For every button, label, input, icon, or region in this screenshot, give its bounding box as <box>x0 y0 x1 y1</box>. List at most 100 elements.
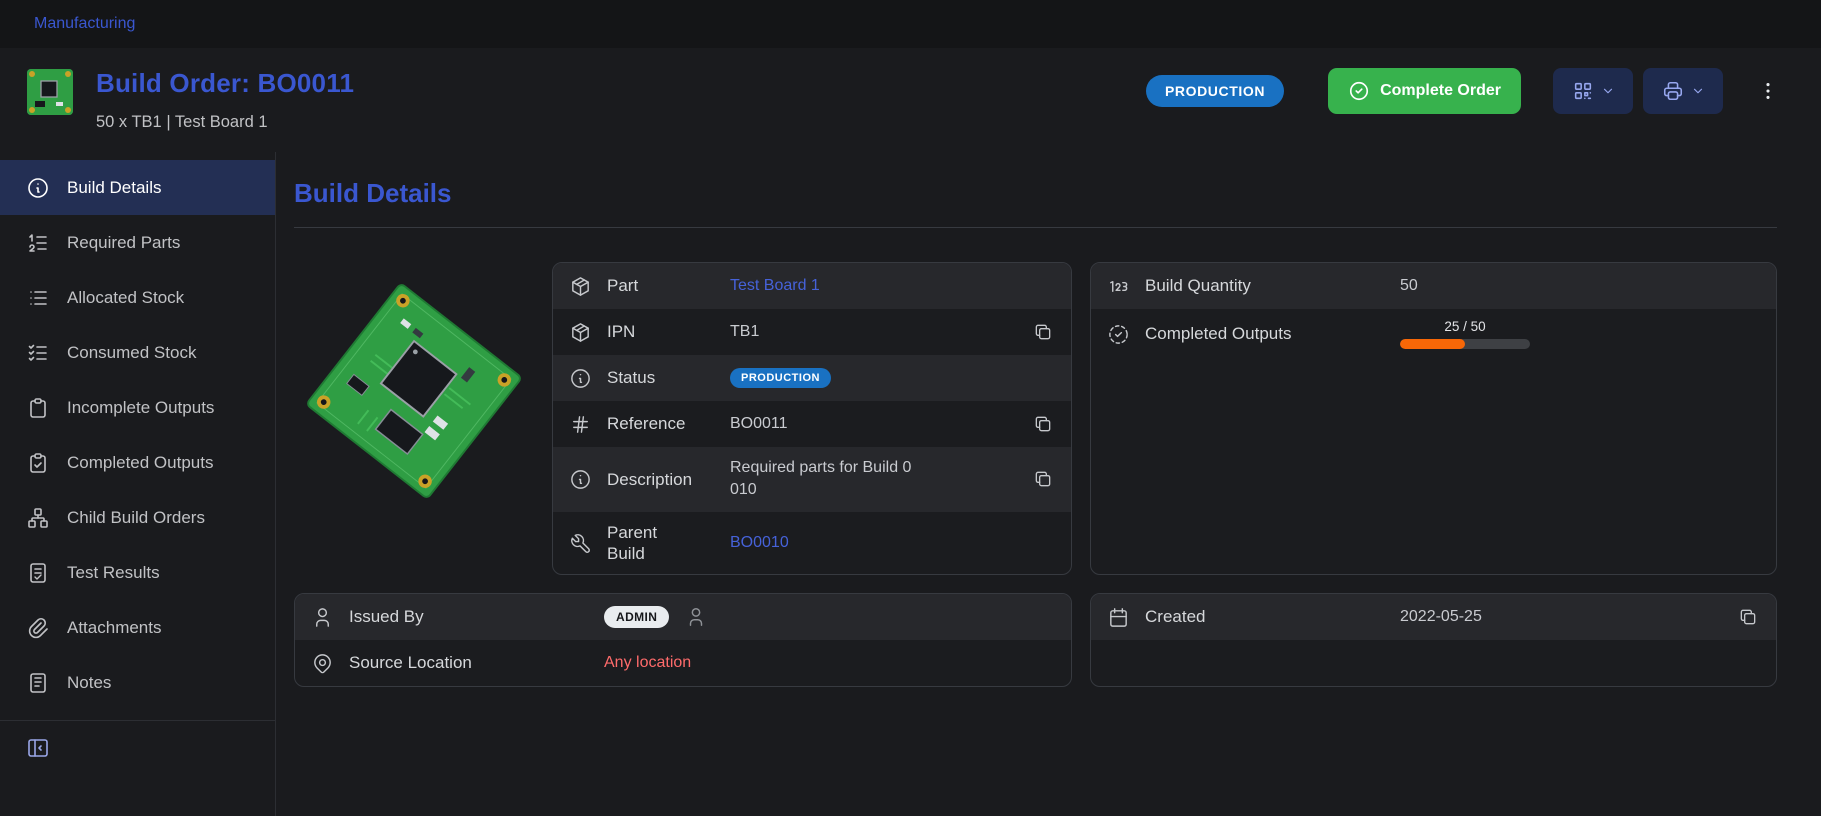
info-circle-icon <box>569 367 592 390</box>
copy-button[interactable] <box>1738 607 1760 627</box>
page-title: Build Order: BO0011 <box>96 68 354 99</box>
main-content: Build Details <box>276 152 1821 816</box>
user-avatar-icon <box>685 606 707 628</box>
paperclip-icon <box>26 616 50 640</box>
issued-by-badge: ADMIN <box>604 606 669 628</box>
sidebar-item-consumed-stock[interactable]: Consumed Stock <box>0 325 275 380</box>
sidebar-item-build-details[interactable]: Build Details <box>0 160 275 215</box>
part-link[interactable]: Test Board 1 <box>730 277 820 295</box>
created-value: 2022-05-25 <box>1400 608 1723 626</box>
sidebar-collapse-icon <box>26 736 50 760</box>
sidebar-item-completed-outputs[interactable]: Completed Outputs <box>0 435 275 490</box>
tool-icon <box>569 532 592 555</box>
sidebar-item-label: Notes <box>67 673 111 693</box>
user-icon <box>311 606 334 629</box>
sidebar-item-label: Required Parts <box>67 233 180 253</box>
field-label-completed-outputs: Completed Outputs <box>1145 324 1385 344</box>
notes-icon <box>26 671 50 695</box>
breadcrumb: Manufacturing <box>0 0 1821 48</box>
copy-button[interactable] <box>1033 469 1055 489</box>
circle-check-icon <box>1348 80 1370 102</box>
part-thumbnail-image[interactable] <box>26 68 74 116</box>
list-check-icon <box>26 341 50 365</box>
progress-label: 25 / 50 <box>1444 319 1485 334</box>
copy-icon <box>1738 607 1760 627</box>
ipn-value: TB1 <box>730 323 1018 341</box>
print-actions-button[interactable] <box>1643 68 1723 114</box>
qr-code-icon <box>1572 80 1594 102</box>
copy-button[interactable] <box>1033 414 1055 434</box>
detail-row-source-location: Source Location Any location <box>295 640 1071 686</box>
hash-icon <box>569 413 592 436</box>
field-label-created: Created <box>1145 607 1385 627</box>
calendar-icon <box>1107 606 1130 629</box>
info-circle-icon <box>569 468 592 491</box>
barcode-actions-button[interactable] <box>1553 68 1633 114</box>
sidebar-item-label: Child Build Orders <box>67 508 205 528</box>
build-quantity-value: 50 <box>1400 277 1760 295</box>
completed-outputs-progress: 25 / 50 <box>1400 319 1530 349</box>
printer-icon <box>1662 80 1684 102</box>
sidebar-item-child-build-orders[interactable]: Child Build Orders <box>0 490 275 545</box>
field-label-build-quantity: Build Quantity <box>1145 276 1385 296</box>
copy-icon <box>1033 414 1055 434</box>
detail-row-status: Status PRODUCTION <box>553 355 1071 401</box>
sidebar-item-test-results[interactable]: Test Results <box>0 545 275 600</box>
sidebar-item-label: Attachments <box>67 618 162 638</box>
copy-icon <box>1033 469 1055 489</box>
field-label-issued-by: Issued By <box>349 607 589 627</box>
detail-row-reference: Reference BO0011 <box>553 401 1071 447</box>
sitemap-icon <box>26 506 50 530</box>
complete-order-button[interactable]: Complete Order <box>1328 68 1521 114</box>
chevron-down-icon <box>1601 84 1615 98</box>
field-label-reference: Reference <box>607 413 715 434</box>
dots-vertical-icon <box>1757 80 1779 102</box>
sidebar-item-label: Test Results <box>67 563 160 583</box>
sidebar-item-label: Build Details <box>67 178 162 198</box>
package-icon <box>569 275 592 298</box>
map-pin-icon <box>311 652 334 675</box>
page-subtitle: 50 x TB1 | Test Board 1 <box>96 113 354 132</box>
sidebar-item-incomplete-outputs[interactable]: Incomplete Outputs <box>0 380 275 435</box>
breadcrumb-manufacturing[interactable]: Manufacturing <box>34 15 135 33</box>
detail-row-part: Part Test Board 1 <box>553 263 1071 309</box>
clipboard-check-icon <box>26 451 50 475</box>
part-image[interactable] <box>294 262 534 575</box>
build-details-card: Part Test Board 1 IPN TB1 <box>552 262 1072 575</box>
more-actions-button[interactable] <box>1749 74 1787 108</box>
detail-row-issued-by: Issued By ADMIN <box>295 594 1071 640</box>
parent-build-link[interactable]: BO0010 <box>730 534 789 552</box>
sidebar-item-notes[interactable]: Notes <box>0 655 275 710</box>
field-label-description: Description <box>607 469 715 490</box>
detail-row-completed-outputs: Completed Outputs 25 / 50 <box>1091 309 1776 359</box>
complete-order-label: Complete Order <box>1380 82 1501 100</box>
detail-row-build-quantity: Build Quantity 50 <box>1091 263 1776 309</box>
detail-row-parent-build: Parent Build BO0010 <box>553 512 1071 575</box>
build-quantity-card: Build Quantity 50 Completed Outputs 25 /… <box>1090 262 1777 575</box>
detail-row-ipn: IPN TB1 <box>553 309 1071 355</box>
detail-row-description: Description Required parts for Build 001… <box>553 447 1071 512</box>
description-value: Required parts for Build 0010 <box>730 457 915 502</box>
field-label-part: Part <box>607 275 715 296</box>
reference-value: BO0011 <box>730 415 1018 433</box>
created-card: Created 2022-05-25 <box>1090 593 1777 687</box>
list-icon <box>26 286 50 310</box>
sidebar-item-allocated-stock[interactable]: Allocated Stock <box>0 270 275 325</box>
test-results-icon <box>26 561 50 585</box>
info-circle-icon <box>26 176 50 200</box>
numbers-123-icon <box>1107 275 1130 298</box>
status-badge: PRODUCTION <box>1146 75 1284 107</box>
list-numbers-icon <box>26 231 50 255</box>
detail-row-created: Created 2022-05-25 <box>1091 594 1776 640</box>
field-label-status: Status <box>607 367 715 388</box>
section-title: Build Details <box>294 178 1777 209</box>
sidebar-item-attachments[interactable]: Attachments <box>0 600 275 655</box>
issued-card: Issued By ADMIN Source Location Any loca… <box>294 593 1072 687</box>
collapse-sidebar-button[interactable] <box>0 721 76 775</box>
progress-bar <box>1400 339 1530 349</box>
sidebar-item-required-parts[interactable]: Required Parts <box>0 215 275 270</box>
page-header: Build Order: BO0011 50 x TB1 | Test Boar… <box>0 48 1821 152</box>
copy-button[interactable] <box>1033 322 1055 342</box>
sidebar-item-label: Allocated Stock <box>67 288 184 308</box>
sidebar: Build Details Required Parts Allocated S… <box>0 152 276 816</box>
